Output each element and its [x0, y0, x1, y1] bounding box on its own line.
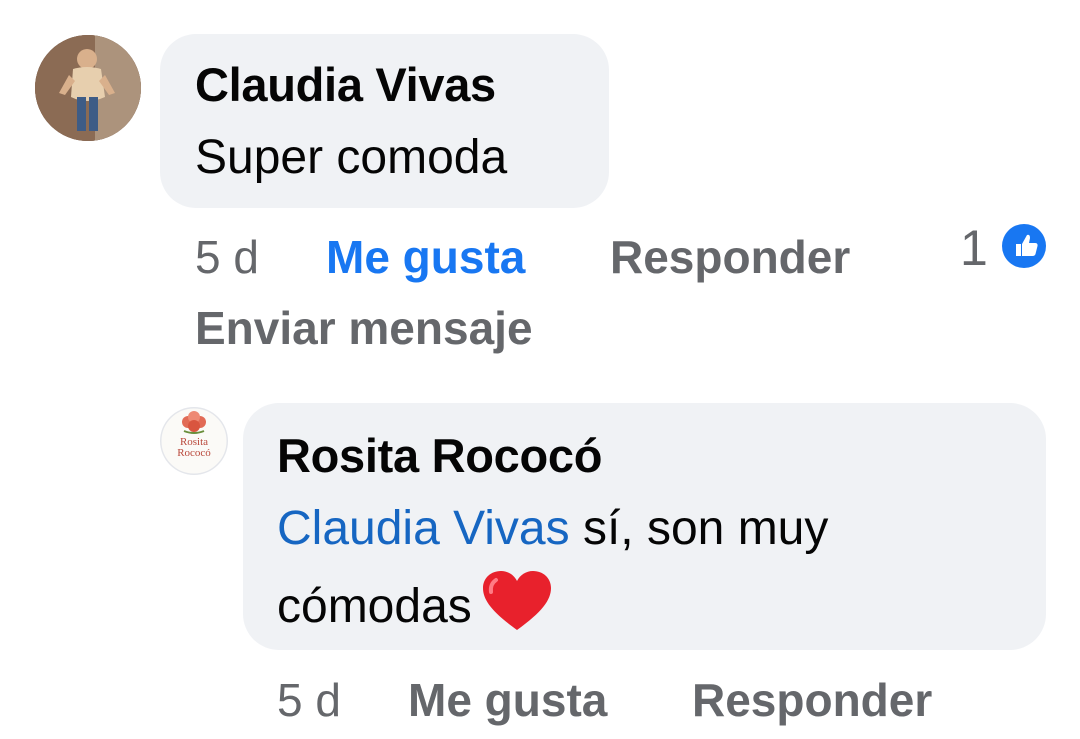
like-button[interactable]: Me gusta — [326, 231, 525, 283]
reply-like-button[interactable]: Me gusta — [408, 674, 607, 726]
reply-text-line2: cómodas — [277, 570, 552, 645]
logo-text-line2: Rococó — [177, 447, 211, 459]
avatar-claudia-vivas[interactable] — [35, 35, 141, 141]
mention-link[interactable]: Claudia Vivas — [277, 502, 570, 555]
reaction-count[interactable]: 1 — [960, 222, 988, 274]
reply-button[interactable]: Responder — [610, 231, 850, 283]
profile-photo-icon — [35, 35, 141, 141]
reply-reply-button[interactable]: Responder — [692, 674, 932, 726]
avatar-rosita-rococo[interactable]: Rosita Rococó — [160, 407, 228, 475]
thumbs-up-reaction-icon[interactable] — [1002, 224, 1046, 268]
comment-author-name[interactable]: Claudia Vivas — [195, 59, 496, 111]
comment-text: Super comoda — [195, 131, 508, 184]
reply-timestamp[interactable]: 5 d — [277, 674, 341, 726]
rosita-rococo-logo-icon: Rosita Rococó — [160, 407, 228, 475]
heart-emoji-icon — [482, 570, 552, 645]
reply-text-after-mention: sí, son muy — [569, 502, 829, 555]
reply-text-line1: Claudia Vivas sí, son muy — [277, 501, 828, 557]
reply-author-name[interactable]: Rosita Rococó — [277, 430, 602, 482]
reply-text-word: cómodas — [277, 580, 472, 633]
send-message-button[interactable]: Enviar mensaje — [195, 302, 533, 354]
comment-timestamp[interactable]: 5 d — [195, 231, 259, 283]
